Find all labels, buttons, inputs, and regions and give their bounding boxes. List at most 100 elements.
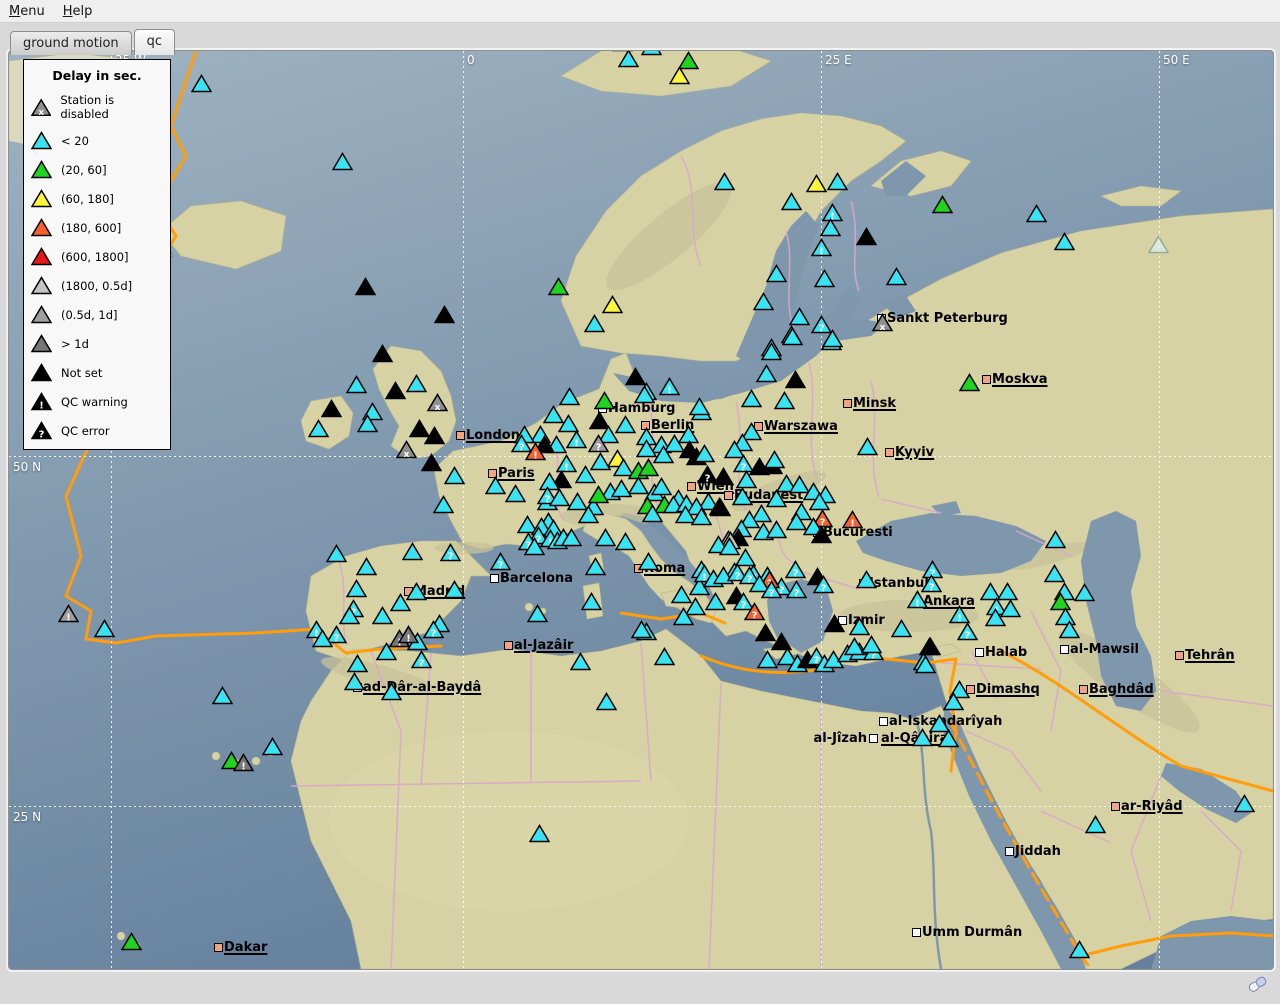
station-triangle[interactable] [705, 592, 726, 611]
station-triangle[interactable]: x [872, 313, 893, 332]
station-triangle[interactable] [262, 737, 283, 756]
station-triangle[interactable] [891, 619, 912, 638]
station-triangle[interactable] [915, 655, 936, 674]
station-triangle[interactable]: ! [811, 238, 832, 257]
station-triangle[interactable] [959, 373, 980, 392]
station-triangle[interactable] [356, 557, 377, 576]
station-triangle[interactable] [912, 728, 933, 747]
station-triangle[interactable] [372, 344, 393, 363]
station-triangle[interactable] [94, 619, 115, 638]
station-triangle[interactable] [596, 692, 617, 711]
station-triangle[interactable] [355, 277, 376, 296]
station-triangle[interactable]: ! [233, 753, 254, 772]
station-triangle[interactable] [615, 415, 636, 434]
station-triangle[interactable] [390, 593, 411, 612]
station-triangle[interactable] [764, 450, 785, 469]
station-triangle[interactable] [347, 654, 368, 673]
station-triangle[interactable] [376, 642, 397, 661]
station-triangle[interactable] [549, 488, 570, 507]
station-triangle[interactable] [766, 264, 787, 283]
station-triangle[interactable] [673, 607, 694, 626]
station-triangle[interactable] [774, 391, 795, 410]
station-triangle[interactable] [653, 445, 674, 464]
station-triangle[interactable] [611, 479, 632, 498]
station-triangle[interactable]: ? [588, 434, 609, 453]
station-triangle[interactable] [1234, 794, 1255, 813]
station-triangle[interactable] [741, 389, 762, 408]
station-triangle[interactable] [1059, 620, 1080, 639]
station-triangle[interactable] [529, 824, 550, 843]
station-triangle[interactable]: x [427, 393, 448, 412]
station-triangle[interactable] [714, 172, 735, 191]
station-triangle[interactable] [756, 364, 777, 383]
station-triangle[interactable] [585, 557, 606, 576]
station-triangle[interactable] [757, 650, 778, 669]
station-triangle[interactable] [861, 635, 882, 654]
station-triangle[interactable] [121, 932, 142, 951]
station-triangle[interactable]: ? [957, 622, 978, 641]
station-triangle[interactable]: ! [566, 430, 587, 449]
station-triangle[interactable] [444, 580, 465, 599]
station-triangle[interactable] [654, 647, 675, 666]
menu-item-menu[interactable]: Menu [0, 2, 54, 21]
station-triangle[interactable] [561, 528, 582, 547]
station-triangle[interactable] [402, 542, 423, 561]
station-triangle[interactable] [1026, 204, 1047, 223]
station-triangle[interactable] [651, 477, 672, 496]
station-triangle[interactable] [1085, 815, 1106, 834]
station-triangle[interactable] [789, 307, 810, 326]
station-triangle[interactable]: ! [659, 377, 680, 396]
station-triangle[interactable]: ? [423, 620, 444, 639]
menu-item-help[interactable]: Help [54, 2, 102, 21]
tab-qc[interactable]: qc [134, 29, 175, 55]
station-triangle[interactable] [424, 426, 445, 445]
station-triangle[interactable] [1148, 235, 1169, 254]
station-triangle[interactable] [339, 606, 360, 625]
station-triangle[interactable] [1069, 940, 1090, 959]
station-triangle[interactable] [781, 192, 802, 211]
station-triangle[interactable] [814, 269, 835, 288]
station-triangle[interactable] [434, 305, 455, 324]
station-triangle[interactable]: ? [761, 580, 782, 599]
station-triangle[interactable]: x [396, 440, 417, 459]
station-triangle[interactable] [581, 592, 602, 611]
station-triangle[interactable] [1054, 232, 1075, 251]
station-triangle[interactable] [919, 637, 940, 656]
station-triangle[interactable] [524, 537, 545, 556]
station-triangle[interactable] [856, 227, 877, 246]
station-triangle[interactable] [634, 385, 655, 404]
station-triangle[interactable] [308, 419, 329, 438]
station-triangle[interactable] [421, 453, 442, 472]
station-triangle[interactable] [856, 570, 877, 589]
station-triangle[interactable] [212, 686, 233, 705]
station-triangle[interactable] [985, 608, 1006, 627]
station-triangle[interactable] [1045, 530, 1066, 549]
station-triangle[interactable] [709, 497, 730, 516]
station-triangle[interactable] [570, 652, 591, 671]
station-triangle[interactable] [782, 327, 803, 346]
station-triangle[interactable] [594, 391, 615, 410]
station-triangle[interactable] [406, 374, 427, 393]
station-triangle[interactable] [732, 487, 753, 506]
station-triangle[interactable] [357, 414, 378, 433]
station-triangle[interactable]: ? [411, 650, 432, 669]
station-triangle[interactable] [505, 484, 526, 503]
station-triangle[interactable]: ? [813, 575, 834, 594]
station-triangle[interactable] [766, 520, 787, 539]
station-triangle[interactable] [191, 74, 212, 93]
station-triangle[interactable] [824, 614, 845, 633]
station-triangle[interactable] [938, 729, 959, 748]
station-triangle[interactable] [326, 544, 347, 563]
station-triangle[interactable] [578, 505, 599, 524]
station-triangle[interactable]: ! [907, 590, 928, 609]
station-triangle[interactable] [820, 218, 841, 237]
station-triangle[interactable] [1074, 583, 1095, 602]
station-triangle[interactable]: ? [490, 552, 511, 571]
station-triangle[interactable] [641, 50, 662, 56]
station-triangle[interactable] [761, 342, 782, 361]
station-triangle[interactable] [811, 525, 832, 544]
station-triangle[interactable]: ! [842, 510, 863, 529]
station-triangle[interactable] [1044, 564, 1065, 583]
station-triangle[interactable] [444, 466, 465, 485]
station-triangle[interactable]: ? [440, 543, 461, 562]
